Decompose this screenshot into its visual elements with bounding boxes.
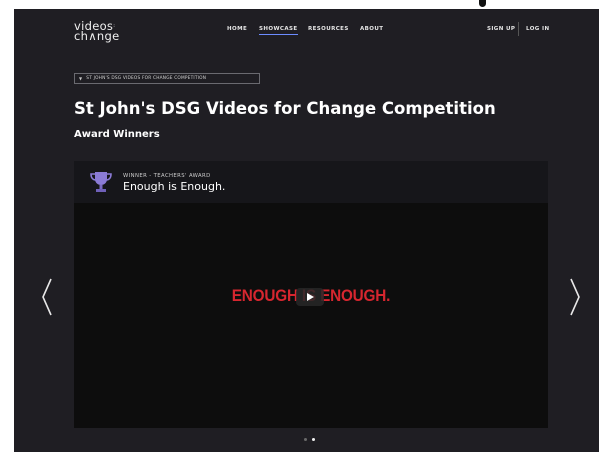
carousel-prev-arrow[interactable] xyxy=(40,277,54,317)
page-title: St John's DSG Videos for Change Competit… xyxy=(74,99,496,118)
nav-showcase[interactable]: SHOWCASE xyxy=(259,26,298,35)
nav-divider xyxy=(518,22,519,36)
nav-home[interactable]: HOME xyxy=(227,26,247,32)
chevron-down-icon: ▼ xyxy=(79,76,83,81)
award-label: WINNER - TEACHERS' AWARD xyxy=(123,173,211,179)
play-icon xyxy=(307,293,314,301)
play-button[interactable] xyxy=(296,288,324,306)
carousel-dot-2[interactable] xyxy=(312,438,315,441)
video-title: Enough is Enough. xyxy=(123,180,226,193)
nav-resources[interactable]: RESOURCES xyxy=(308,26,349,32)
log-in-link[interactable]: LOG IN xyxy=(526,26,549,32)
nav-about[interactable]: ABOUT xyxy=(360,26,383,32)
video-header: WINNER - TEACHERS' AWARD Enough is Enoug… xyxy=(74,161,548,203)
logo-line-2: ch∧nge xyxy=(74,29,120,43)
cursor-icon xyxy=(479,0,486,7)
breadcrumb-label: ST JOHN'S DSG VIDEOS FOR CHANGE COMPETIT… xyxy=(86,76,207,81)
video-player[interactable]: WINNER - TEACHERS' AWARD Enough is Enoug… xyxy=(74,161,548,428)
sign-up-link[interactable]: SIGN UP xyxy=(487,26,515,32)
page-subtitle: Award Winners xyxy=(74,129,160,140)
browser-viewport: videos: ch∧nge HOME SHOWCASE RESOURCES A… xyxy=(14,9,599,452)
breadcrumb[interactable]: ▼ ST JOHN'S DSG VIDEOS FOR CHANGE COMPET… xyxy=(74,73,260,84)
carousel-next-arrow[interactable] xyxy=(568,277,582,317)
trophy-icon xyxy=(90,172,112,192)
logo[interactable]: videos: ch∧nge xyxy=(74,20,120,43)
carousel-dot-1[interactable] xyxy=(304,438,307,441)
